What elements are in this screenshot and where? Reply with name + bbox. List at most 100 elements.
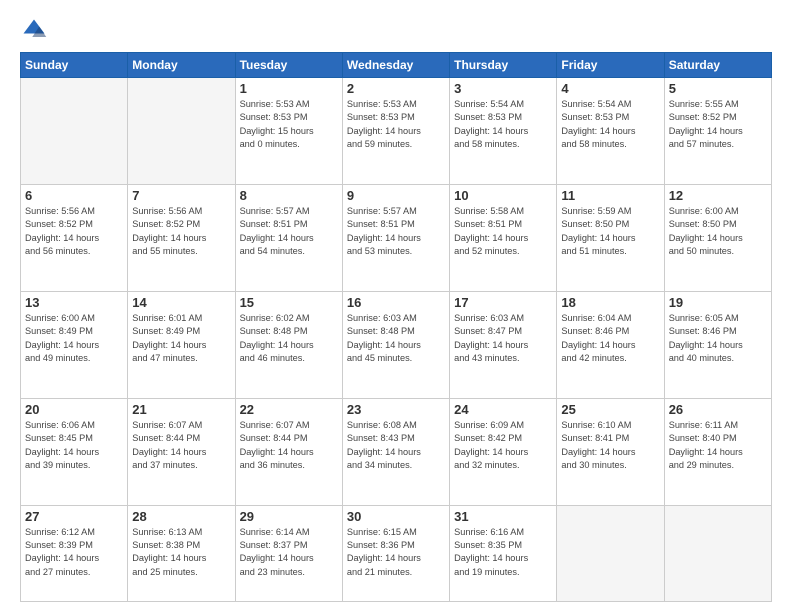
table-cell: 27 Sunrise: 6:12 AM Sunset: 8:39 PM Dayli… bbox=[21, 505, 128, 601]
day-info: Sunrise: 6:05 AM Sunset: 8:46 PM Dayligh… bbox=[669, 312, 767, 365]
table-cell: 13 Sunrise: 6:00 AM Sunset: 8:49 PM Dayli… bbox=[21, 291, 128, 398]
table-cell: 4 Sunrise: 5:54 AM Sunset: 8:53 PM Daylig… bbox=[557, 78, 664, 185]
day-info: Sunrise: 6:16 AM Sunset: 8:35 PM Dayligh… bbox=[454, 526, 552, 579]
day-info: Sunrise: 5:56 AM Sunset: 8:52 PM Dayligh… bbox=[25, 205, 123, 258]
day-info: Sunrise: 6:00 AM Sunset: 8:49 PM Dayligh… bbox=[25, 312, 123, 365]
day-number: 13 bbox=[25, 295, 123, 310]
day-info: Sunrise: 6:13 AM Sunset: 8:38 PM Dayligh… bbox=[132, 526, 230, 579]
col-wednesday: Wednesday bbox=[342, 53, 449, 78]
day-info: Sunrise: 5:54 AM Sunset: 8:53 PM Dayligh… bbox=[561, 98, 659, 151]
day-number: 4 bbox=[561, 81, 659, 96]
day-number: 27 bbox=[25, 509, 123, 524]
day-number: 17 bbox=[454, 295, 552, 310]
table-cell: 31 Sunrise: 6:16 AM Sunset: 8:35 PM Dayli… bbox=[450, 505, 557, 601]
table-cell: 1 Sunrise: 5:53 AM Sunset: 8:53 PM Daylig… bbox=[235, 78, 342, 185]
day-info: Sunrise: 5:58 AM Sunset: 8:51 PM Dayligh… bbox=[454, 205, 552, 258]
day-info: Sunrise: 6:07 AM Sunset: 8:44 PM Dayligh… bbox=[132, 419, 230, 472]
day-info: Sunrise: 6:02 AM Sunset: 8:48 PM Dayligh… bbox=[240, 312, 338, 365]
day-info: Sunrise: 5:57 AM Sunset: 8:51 PM Dayligh… bbox=[240, 205, 338, 258]
day-number: 11 bbox=[561, 188, 659, 203]
table-cell: 16 Sunrise: 6:03 AM Sunset: 8:48 PM Dayli… bbox=[342, 291, 449, 398]
day-info: Sunrise: 5:53 AM Sunset: 8:53 PM Dayligh… bbox=[240, 98, 338, 151]
table-cell: 28 Sunrise: 6:13 AM Sunset: 8:38 PM Dayli… bbox=[128, 505, 235, 601]
day-number: 24 bbox=[454, 402, 552, 417]
day-info: Sunrise: 6:08 AM Sunset: 8:43 PM Dayligh… bbox=[347, 419, 445, 472]
table-cell: 14Sunrise: 6:01 AM Sunset: 8:49 PM Dayli… bbox=[128, 291, 235, 398]
logo bbox=[20, 16, 52, 44]
table-cell: 10 Sunrise: 5:58 AM Sunset: 8:51 PM Dayli… bbox=[450, 184, 557, 291]
table-cell bbox=[128, 78, 235, 185]
table-cell: 5 Sunrise: 5:55 AM Sunset: 8:52 PM Daylig… bbox=[664, 78, 771, 185]
day-info: Sunrise: 6:09 AM Sunset: 8:42 PM Dayligh… bbox=[454, 419, 552, 472]
day-info: Sunrise: 6:06 AM Sunset: 8:45 PM Dayligh… bbox=[25, 419, 123, 472]
day-number: 10 bbox=[454, 188, 552, 203]
day-number: 1 bbox=[240, 81, 338, 96]
day-number: 28 bbox=[132, 509, 230, 524]
table-cell bbox=[21, 78, 128, 185]
table-cell: 25Sunrise: 6:10 AM Sunset: 8:41 PM Dayli… bbox=[557, 398, 664, 505]
day-number: 9 bbox=[347, 188, 445, 203]
table-cell: 17 Sunrise: 6:03 AM Sunset: 8:47 PM Dayli… bbox=[450, 291, 557, 398]
day-number: 31 bbox=[454, 509, 552, 524]
day-number: 18 bbox=[561, 295, 659, 310]
table-cell: 30 Sunrise: 6:15 AM Sunset: 8:36 PM Dayli… bbox=[342, 505, 449, 601]
col-friday: Friday bbox=[557, 53, 664, 78]
day-number: 12 bbox=[669, 188, 767, 203]
day-number: 20 bbox=[25, 402, 123, 417]
calendar-header-row: Sunday Monday Tuesday Wednesday Thursday… bbox=[21, 53, 772, 78]
day-number: 22 bbox=[240, 402, 338, 417]
day-number: 25 bbox=[561, 402, 659, 417]
page: Sunday Monday Tuesday Wednesday Thursday… bbox=[0, 0, 792, 612]
day-info: Sunrise: 6:00 AM Sunset: 8:50 PM Dayligh… bbox=[669, 205, 767, 258]
day-info: Sunrise: 6:15 AM Sunset: 8:36 PM Dayligh… bbox=[347, 526, 445, 579]
table-cell: 9 Sunrise: 5:57 AM Sunset: 8:51 PM Daylig… bbox=[342, 184, 449, 291]
day-number: 26 bbox=[669, 402, 767, 417]
table-cell: 11 Sunrise: 5:59 AM Sunset: 8:50 PM Dayli… bbox=[557, 184, 664, 291]
table-cell: 29Sunrise: 6:14 AM Sunset: 8:37 PM Dayli… bbox=[235, 505, 342, 601]
day-info: Sunrise: 5:56 AM Sunset: 8:52 PM Dayligh… bbox=[132, 205, 230, 258]
day-info: Sunrise: 6:14 AM Sunset: 8:37 PM Dayligh… bbox=[240, 526, 338, 579]
col-thursday: Thursday bbox=[450, 53, 557, 78]
day-number: 21 bbox=[132, 402, 230, 417]
day-number: 23 bbox=[347, 402, 445, 417]
table-cell: 21 Sunrise: 6:07 AM Sunset: 8:44 PM Dayli… bbox=[128, 398, 235, 505]
day-info: Sunrise: 5:59 AM Sunset: 8:50 PM Dayligh… bbox=[561, 205, 659, 258]
col-tuesday: Tuesday bbox=[235, 53, 342, 78]
day-number: 16 bbox=[347, 295, 445, 310]
day-info: Sunrise: 5:55 AM Sunset: 8:52 PM Dayligh… bbox=[669, 98, 767, 151]
table-cell: 22Sunrise: 6:07 AM Sunset: 8:44 PM Dayli… bbox=[235, 398, 342, 505]
day-number: 30 bbox=[347, 509, 445, 524]
day-info: Sunrise: 5:54 AM Sunset: 8:53 PM Dayligh… bbox=[454, 98, 552, 151]
table-cell: 6 Sunrise: 5:56 AM Sunset: 8:52 PM Daylig… bbox=[21, 184, 128, 291]
day-info: Sunrise: 6:04 AM Sunset: 8:46 PM Dayligh… bbox=[561, 312, 659, 365]
table-cell: 18 Sunrise: 6:04 AM Sunset: 8:46 PM Dayli… bbox=[557, 291, 664, 398]
day-info: Sunrise: 6:01 AM Sunset: 8:49 PM Dayligh… bbox=[132, 312, 230, 365]
table-cell: 19 Sunrise: 6:05 AM Sunset: 8:46 PM Dayli… bbox=[664, 291, 771, 398]
col-monday: Monday bbox=[128, 53, 235, 78]
table-cell: 2Sunrise: 5:53 AM Sunset: 8:53 PM Daylig… bbox=[342, 78, 449, 185]
day-number: 6 bbox=[25, 188, 123, 203]
day-number: 3 bbox=[454, 81, 552, 96]
logo-icon bbox=[20, 16, 48, 44]
day-info: Sunrise: 6:11 AM Sunset: 8:40 PM Dayligh… bbox=[669, 419, 767, 472]
day-number: 8 bbox=[240, 188, 338, 203]
header bbox=[20, 16, 772, 44]
day-info: Sunrise: 6:12 AM Sunset: 8:39 PM Dayligh… bbox=[25, 526, 123, 579]
table-cell: 7 Sunrise: 5:56 AM Sunset: 8:52 PM Daylig… bbox=[128, 184, 235, 291]
table-cell bbox=[557, 505, 664, 601]
day-info: Sunrise: 6:03 AM Sunset: 8:47 PM Dayligh… bbox=[454, 312, 552, 365]
table-cell: 24 Sunrise: 6:09 AM Sunset: 8:42 PM Dayli… bbox=[450, 398, 557, 505]
col-sunday: Sunday bbox=[21, 53, 128, 78]
table-cell: 23 Sunrise: 6:08 AM Sunset: 8:43 PM Dayli… bbox=[342, 398, 449, 505]
table-cell: 3 Sunrise: 5:54 AM Sunset: 8:53 PM Daylig… bbox=[450, 78, 557, 185]
day-number: 19 bbox=[669, 295, 767, 310]
col-saturday: Saturday bbox=[664, 53, 771, 78]
day-info: Sunrise: 6:03 AM Sunset: 8:48 PM Dayligh… bbox=[347, 312, 445, 365]
table-cell: 12 Sunrise: 6:00 AM Sunset: 8:50 PM Dayli… bbox=[664, 184, 771, 291]
day-info: Sunrise: 5:53 AM Sunset: 8:53 PM Dayligh… bbox=[347, 98, 445, 151]
day-number: 7 bbox=[132, 188, 230, 203]
table-cell: 8 Sunrise: 5:57 AM Sunset: 8:51 PM Daylig… bbox=[235, 184, 342, 291]
day-number: 5 bbox=[669, 81, 767, 96]
table-cell: 26 Sunrise: 6:11 AM Sunset: 8:40 PM Dayli… bbox=[664, 398, 771, 505]
day-info: Sunrise: 5:57 AM Sunset: 8:51 PM Dayligh… bbox=[347, 205, 445, 258]
